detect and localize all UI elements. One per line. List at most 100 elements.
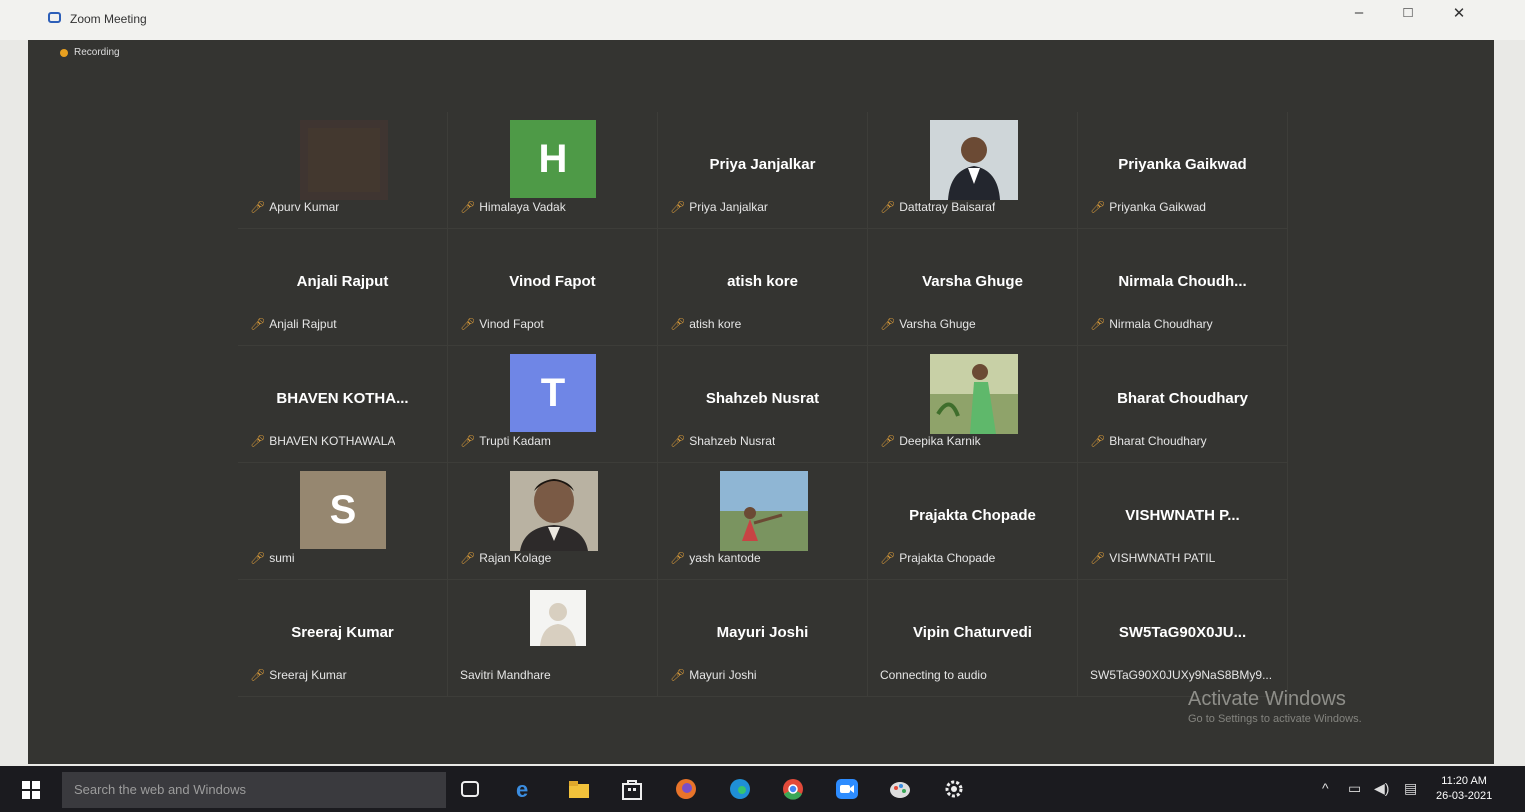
file-explorer-icon[interactable] [567,778,591,800]
participant-tile[interactable]: Nirmala Choudh... 🎤︎ Nirmala Choudhary [1078,229,1288,346]
participant-tile[interactable]: Vipin Chaturvedi Connecting to audio [868,580,1078,697]
participant-avatar: H [510,120,596,198]
participant-tile[interactable]: Mayuri Joshi 🎤︎ Mayuri Joshi [658,580,868,697]
chrome-icon[interactable] [781,778,805,800]
settings-icon[interactable] [942,778,966,800]
close-button[interactable]: ✕ [1444,4,1474,22]
notification-icon[interactable]: ▤ [1404,780,1417,797]
participant-display-name: Priya Janjalkar [709,156,816,173]
participant-label-text: Apurv Kumar [269,200,340,214]
volume-icon[interactable]: ◀) [1374,780,1389,797]
participant-video-thumbnail [930,120,1018,200]
participant-tile[interactable]: 🎤︎ Deepika Karnik [868,346,1078,463]
participant-label-text: Mayuri Joshi [689,668,757,682]
participant-label-text: BHAVEN KOTHAWALA [269,434,396,448]
muted-mic-icon: 🎤︎ [880,551,896,565]
muted-mic-icon: 🎤︎ [880,317,896,331]
participant-tile[interactable]: BHAVEN KOTHA... 🎤︎ BHAVEN KOTHAWALA [238,346,448,463]
participant-tile[interactable]: Bharat Choudhary 🎤︎ Bharat Choudhary [1078,346,1288,463]
participant-label: 🎤︎ Nirmala Choudhary [1090,317,1213,331]
participant-tile[interactable]: Shahzeb Nusrat 🎤︎ Shahzeb Nusrat [658,346,868,463]
zoom-icon[interactable] [835,778,859,800]
participant-tile[interactable]: Anjali Rajput 🎤︎ Anjali Rajput [238,229,448,346]
participant-label-text: Nirmala Choudhary [1109,317,1213,331]
muted-mic-icon: 🎤︎ [250,317,266,331]
clock-time: 11:20 AM [1441,775,1487,787]
participant-display-name: Vipin Chaturvedi [913,624,1032,641]
participant-tile[interactable]: Vinod Fapot 🎤︎ Vinod Fapot [448,229,658,346]
participant-tile[interactable]: Prajakta Chopade 🎤︎ Prajakta Chopade [868,463,1078,580]
muted-mic-icon: 🎤︎ [670,668,686,682]
muted-mic-icon: 🎤︎ [670,551,686,565]
participant-label: 🎤︎ VISHWNATH PATIL [1090,551,1215,565]
participant-label: 🎤︎ BHAVEN KOTHAWALA [250,434,395,448]
participant-tile[interactable]: Sreeraj Kumar 🎤︎ Sreeraj Kumar [238,580,448,697]
participant-tile[interactable]: H 🎤︎ Himalaya Vadak [448,112,658,229]
participant-label: 🎤︎ Varsha Ghuge [880,317,976,331]
participant-label-text: yash kantode [689,551,761,565]
participant-tile[interactable]: SW5TaG90X0JU... SW5TaG90X0JUXy9NaS8BMy9..… [1078,580,1288,697]
participant-label-text: Prajakta Chopade [899,551,996,565]
muted-mic-icon: 🎤︎ [1090,551,1106,565]
start-button[interactable] [22,781,40,799]
participant-tile[interactable]: VISHWNATH P... 🎤︎ VISHWNATH PATIL [1078,463,1288,580]
muted-mic-icon: 🎤︎ [880,434,896,448]
participant-gallery: 🎤︎ Apurv Kumar H 🎤︎ Himalaya Vadak Priya Janj… [238,112,1288,697]
participant-tile[interactable]: Priyanka Gaikwad 🎤︎ Priyanka Gaikwad [1078,112,1288,229]
participant-display-name: Anjali Rajput [296,273,389,290]
watermark-subtitle: Go to Settings to activate Windows. [1188,713,1362,725]
participant-label-text: Deepika Karnik [899,434,981,448]
participant-display-name: BHAVEN KOTHA... [276,390,409,407]
recording-label: Recording [74,47,120,58]
participant-tile[interactable]: Savitri Mandhare [448,580,658,697]
participant-tile[interactable]: atish kore 🎤︎ atish kore [658,229,868,346]
muted-mic-icon: 🎤︎ [1090,200,1106,214]
participant-label: 🎤︎ Deepika Karnik [880,434,981,448]
participant-display-name: Mayuri Joshi [716,624,809,641]
paint-icon[interactable] [888,778,912,800]
participant-tile[interactable]: 🎤︎ Apurv Kumar [238,112,448,229]
participant-label-text: Rajan Kolage [479,551,552,565]
participant-label-text: Anjali Rajput [269,317,337,331]
window-titlebar: Zoom Meeting – □ ✕ [0,0,1525,40]
participant-tile[interactable]: 🎤︎ yash kantode [658,463,868,580]
participant-label: 🎤︎ Rajan Kolage [460,551,551,565]
taskbar-search-box[interactable]: Search the web and Windows [62,772,446,808]
recording-dot-icon [60,48,68,57]
participant-tile[interactable]: Varsha Ghuge 🎤︎ Varsha Ghuge [868,229,1078,346]
tray-chevron-icon[interactable]: ^ [1322,780,1329,796]
participant-label: 🎤︎ yash kantode [670,551,761,565]
participant-tile[interactable]: S 🎤︎ sumi [238,463,448,580]
participant-tile[interactable]: 🎤︎ Dattatray Baisaraf [868,112,1078,229]
taskbar-clock[interactable]: 11:20 AM 26-03-2021 [1436,774,1492,804]
network-icon[interactable]: ▭ [1348,780,1361,797]
maximize-button[interactable]: □ [1393,4,1423,21]
participant-label: 🎤︎ Anjali Rajput [250,317,337,331]
window-title: Zoom Meeting [70,12,147,26]
participant-label: Connecting to audio [880,668,987,682]
muted-mic-icon: 🎤︎ [250,551,266,565]
participant-tile[interactable]: T 🎤︎ Trupti Kadam [448,346,658,463]
participant-label: 🎤︎ sumi [250,551,295,565]
muted-mic-icon: 🎤︎ [670,434,686,448]
participant-display-name: atish kore [727,273,798,290]
muted-mic-icon: 🎤︎ [670,200,686,214]
participant-display-name: SW5TaG90X0JU... [1118,624,1247,641]
edge-icon[interactable]: e [513,778,537,800]
watermark-title: Activate Windows [1188,688,1346,710]
participant-label: 🎤︎ Himalaya Vadak [460,200,566,214]
participant-avatar: S [300,471,386,549]
firefox-icon[interactable] [674,778,698,800]
store-icon[interactable] [620,778,644,800]
task-view-icon[interactable] [458,778,482,800]
edge-chromium-icon[interactable] [728,778,752,800]
participant-tile[interactable]: Priya Janjalkar 🎤︎ Priya Janjalkar [658,112,868,229]
participant-label: 🎤︎ Priya Janjalkar [670,200,768,214]
muted-mic-icon: 🎤︎ [1090,434,1106,448]
minimize-button[interactable]: – [1344,4,1374,21]
participant-tile[interactable]: 🎤︎ Rajan Kolage [448,463,658,580]
participant-video-thumbnail [300,120,388,200]
muted-mic-icon: 🎤︎ [880,200,896,214]
participant-label-text: Savitri Mandhare [460,668,551,682]
muted-mic-icon: 🎤︎ [460,551,476,565]
